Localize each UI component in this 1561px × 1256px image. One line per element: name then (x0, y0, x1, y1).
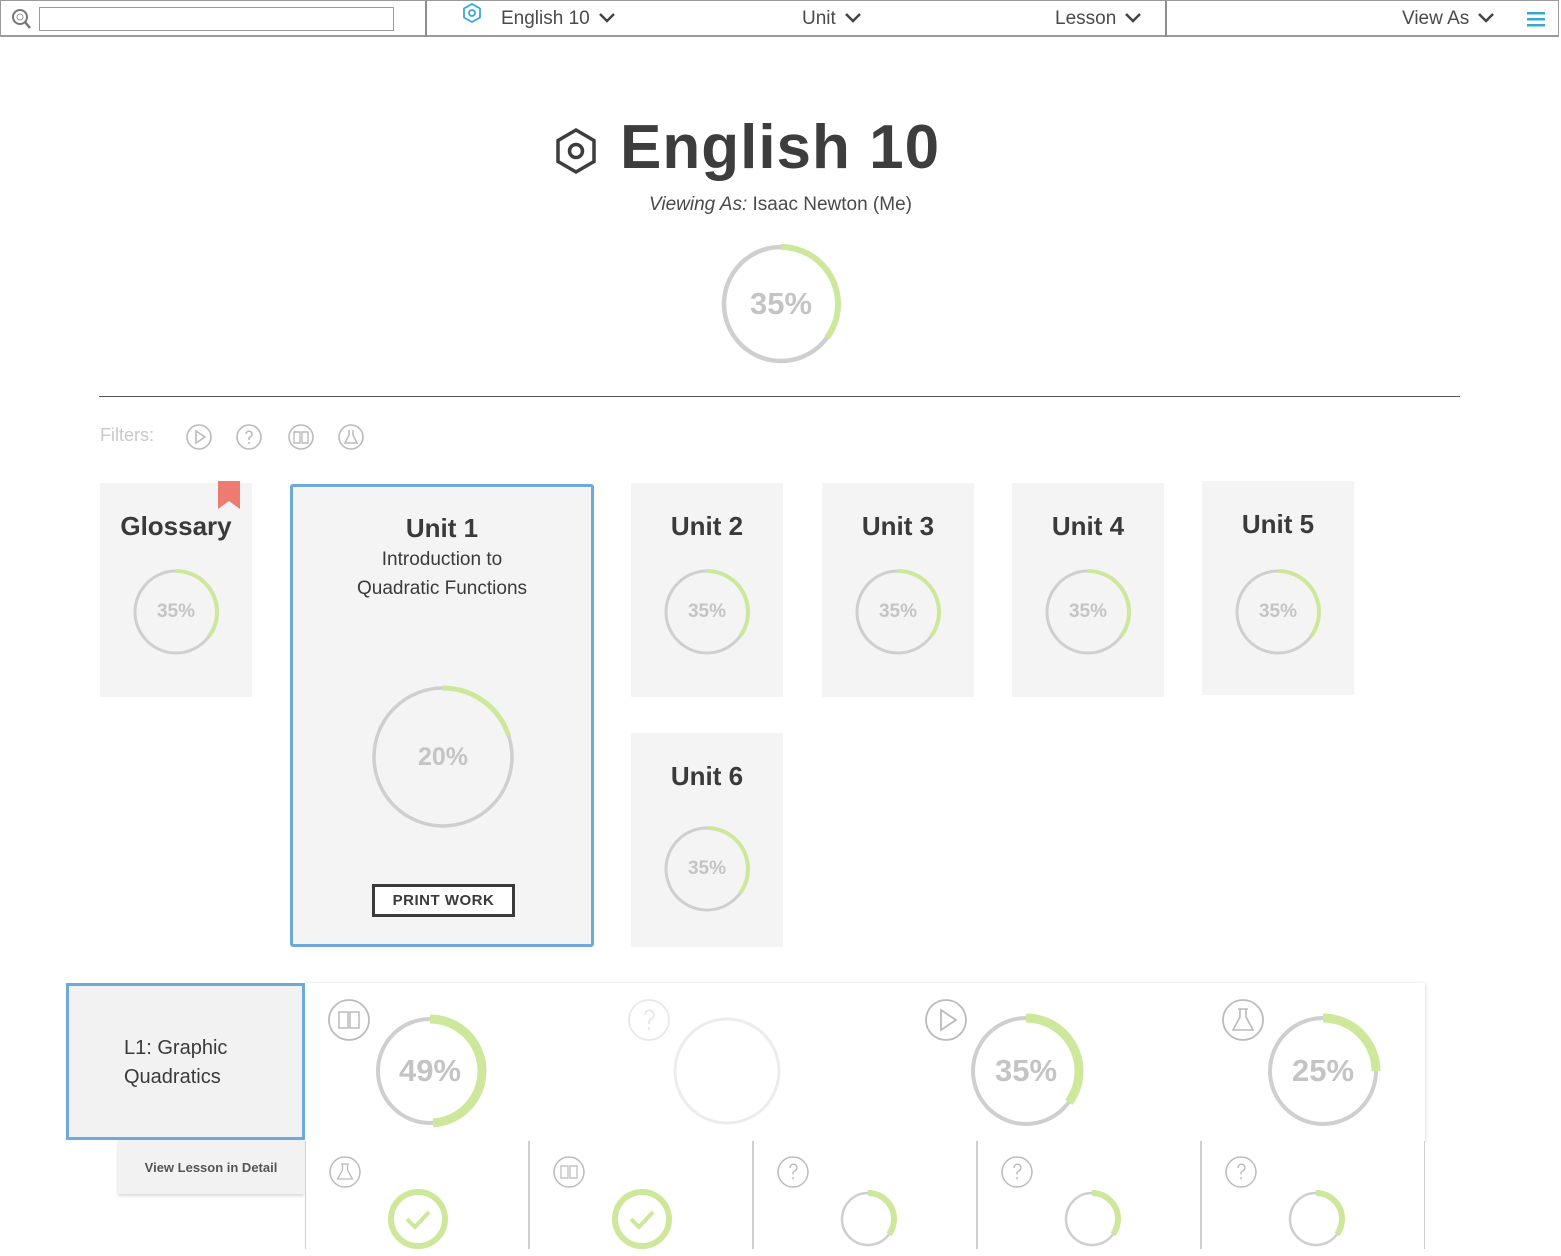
viewing-as: Viewing As: Isaac Newton (Me) (0, 194, 1561, 216)
course-dropdown[interactable]: English 10 (461, 1, 616, 37)
progress-ring: 20% (371, 685, 515, 829)
lesson-label-line: Quadratics (124, 1066, 221, 1088)
unit-dropdown-label: Unit (802, 8, 836, 29)
play-icon[interactable] (185, 423, 213, 456)
hexagon-icon (461, 1, 483, 37)
page-title: English 10 (620, 113, 941, 182)
progress-label (672, 1016, 782, 1126)
play-icon[interactable] (924, 998, 968, 1047)
unit-3-card[interactable]: Unit 3 35% (822, 483, 974, 697)
view-lesson-detail-button[interactable]: View Lesson in Detail (118, 1140, 304, 1194)
progress-label: 35% (156, 601, 196, 622)
card-title: Unit 4 (1051, 511, 1125, 541)
flask-icon (328, 1155, 362, 1194)
lesson-card[interactable]: L1: Graphic Quadratics (66, 983, 305, 1140)
activity-item[interactable] (305, 1141, 529, 1249)
checkmark-icon (610, 1187, 674, 1256)
card-title: Unit 2 (670, 511, 744, 541)
lesson-label: L1: Graphic Quadratics (124, 1034, 227, 1092)
lesson-type-ring: 35% (968, 1013, 1084, 1129)
overall-progress-ring: 35% (720, 243, 842, 365)
lesson-type-ring (672, 1016, 782, 1126)
activity-progress-ring (838, 1189, 898, 1249)
flask-icon[interactable] (1221, 998, 1265, 1047)
progress-ring: 35% (1235, 569, 1321, 655)
activity-item[interactable] (1201, 1141, 1425, 1249)
progress-ring: 35% (1045, 569, 1131, 655)
view-as-dropdown-label: View As (1402, 8, 1470, 29)
progress-label: 35% (1068, 601, 1108, 622)
filters-label: Filters: (100, 425, 154, 445)
unit-1-card[interactable]: Unit 1 Introduction to Quadratic Functio… (290, 484, 594, 947)
lesson-label-line: L1: Graphic (124, 1037, 228, 1059)
question-icon (1000, 1155, 1034, 1194)
progress-ring: 35% (664, 569, 750, 655)
progress-label: 35% (878, 601, 918, 622)
divider (1165, 1, 1167, 37)
progress-ring: 35% (855, 569, 941, 655)
chevron-down-icon (844, 1, 862, 37)
question-icon (1224, 1155, 1258, 1194)
progress-ring: 35% (664, 826, 750, 912)
viewing-as-prefix: Viewing As: (649, 194, 748, 215)
menu-icon[interactable] (1527, 11, 1545, 32)
progress-label: 35% (1258, 601, 1298, 622)
chevron-down-icon (1124, 1, 1142, 37)
book-icon[interactable] (327, 998, 371, 1047)
flask-icon[interactable] (337, 423, 365, 456)
card-title: Unit 3 (861, 511, 935, 541)
lesson-dropdown[interactable]: Lesson (1055, 1, 1142, 37)
unit-dropdown[interactable]: Unit (802, 1, 862, 37)
book-icon (552, 1155, 586, 1194)
question-icon (776, 1155, 810, 1194)
checkmark-icon (386, 1187, 450, 1256)
overall-progress-label: 35% (749, 286, 813, 321)
unit-subtitle: Quadratic Functions (356, 578, 528, 599)
lesson-type-ring: 25% (1265, 1013, 1381, 1129)
progress-label: 25% (1291, 1053, 1355, 1088)
print-work-button[interactable]: PRINT WORK (372, 884, 515, 917)
search-icon[interactable] (10, 7, 32, 36)
unit-2-card[interactable]: Unit 2 35% (631, 483, 783, 697)
unit-4-card[interactable]: Unit 4 35% (1012, 483, 1164, 697)
progress-ring: 35% (133, 569, 219, 655)
lesson-progress-panel: 49% 35% 25% (305, 983, 1425, 1141)
divider (425, 1, 427, 37)
chevron-down-icon (1477, 1, 1495, 37)
top-bar: English 10 Unit Lesson View As (0, 0, 1559, 37)
question-icon[interactable] (627, 998, 671, 1047)
progress-label: 35% (687, 601, 727, 622)
activity-progress-ring (1286, 1189, 1346, 1249)
search-input[interactable] (39, 7, 394, 31)
progress-label: 35% (687, 858, 727, 879)
course-dropdown-label: English 10 (501, 8, 590, 29)
view-as-dropdown[interactable]: View As (1402, 1, 1495, 37)
card-title: Glossary (120, 511, 232, 541)
progress-label: 35% (994, 1053, 1058, 1088)
card-title: Unit 5 (1241, 509, 1315, 539)
activity-item[interactable] (753, 1141, 977, 1249)
activity-item[interactable] (977, 1141, 1201, 1249)
card-title: Unit 6 (670, 761, 744, 791)
card-title: Unit 1 (405, 513, 479, 543)
lesson-dropdown-label: Lesson (1055, 8, 1117, 29)
question-icon[interactable] (235, 423, 263, 456)
unit-6-card[interactable]: Unit 6 35% (631, 733, 783, 947)
lesson-type-ring: 49% (373, 1014, 487, 1128)
chevron-down-icon (598, 1, 616, 37)
activity-item[interactable] (529, 1141, 753, 1249)
glossary-card[interactable]: Glossary 35% (100, 481, 252, 697)
divider (99, 396, 1460, 397)
unit-5-card[interactable]: Unit 5 35% (1202, 481, 1354, 695)
hexagon-icon (554, 127, 598, 180)
progress-label: 49% (398, 1053, 462, 1088)
book-icon[interactable] (287, 423, 315, 456)
unit-subtitle: Introduction to (381, 549, 503, 570)
activity-progress-ring (1062, 1189, 1122, 1249)
progress-label: 20% (417, 742, 469, 771)
activity-row (305, 1141, 1425, 1249)
viewing-as-name: Isaac Newton (Me) (752, 194, 912, 215)
